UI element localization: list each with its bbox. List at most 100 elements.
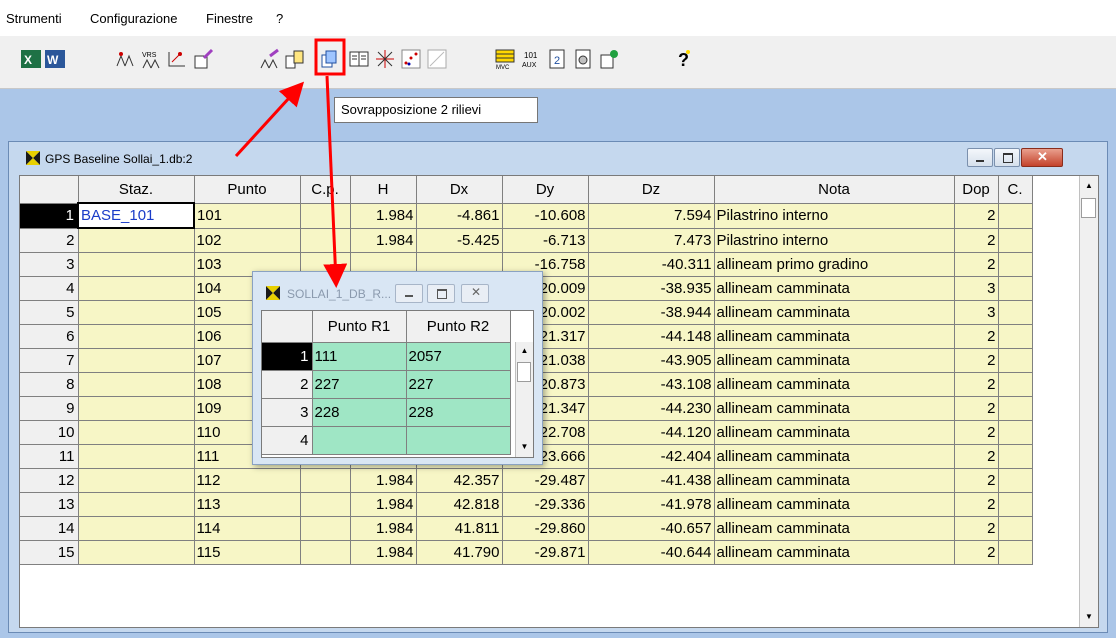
cell-nota[interactable]: allineam camminata (714, 348, 955, 373)
cell-dop[interactable]: 2 (954, 372, 999, 397)
cell-dop[interactable]: 3 (954, 300, 999, 325)
scroll-up-icon[interactable]: ▲ (1080, 177, 1098, 195)
cell-nota[interactable]: Pilastrino interno (714, 203, 955, 229)
cell-dy[interactable]: -6.713 (502, 228, 589, 253)
cell-nota[interactable]: allineam primo gradino (714, 252, 955, 277)
cell-staz[interactable] (78, 228, 195, 253)
cell-nota[interactable]: allineam camminata (714, 396, 955, 421)
cell-punto[interactable]: 115 (194, 540, 301, 565)
cell-dx[interactable]: 41.790 (416, 540, 503, 565)
row-header[interactable]: 2 (20, 228, 79, 253)
row-header[interactable]: 3 (20, 252, 79, 277)
overlay-icon[interactable] (318, 48, 340, 70)
cell-cp[interactable] (300, 203, 351, 229)
column-header[interactable]: Dz (588, 176, 715, 204)
cell-nota[interactable]: allineam camminata (714, 372, 955, 397)
help-icon[interactable]: ? (672, 48, 694, 70)
cell-punto-r1[interactable]: 227 (312, 370, 407, 399)
cell-c[interactable] (998, 348, 1033, 373)
popup-close-button[interactable]: ✕ (461, 284, 489, 303)
column-header[interactable]: Punto R2 (406, 311, 511, 343)
scroll-down-icon[interactable]: ▼ (516, 438, 533, 456)
cell-punto-r2[interactable] (406, 426, 511, 455)
cell-c[interactable] (998, 372, 1033, 397)
cell-dy[interactable]: -29.860 (502, 516, 589, 541)
cell-staz[interactable]: BASE_101 (77, 202, 195, 229)
db-export-icon[interactable] (598, 48, 620, 70)
copy-icon[interactable] (348, 48, 370, 70)
cell-c[interactable] (998, 516, 1033, 541)
cell-c[interactable] (998, 300, 1033, 325)
cell-dz[interactable]: -43.108 (588, 372, 715, 397)
cell-punto-r2[interactable]: 2057 (406, 342, 511, 371)
cell-staz[interactable] (78, 396, 195, 421)
cell-nota[interactable]: allineam camminata (714, 300, 955, 325)
cell-dx[interactable]: -4.861 (416, 203, 503, 229)
cell-staz[interactable] (78, 348, 195, 373)
cell-dz[interactable]: -40.644 (588, 540, 715, 565)
aux-icon[interactable]: 101 AUX (520, 48, 542, 70)
cell-staz[interactable] (78, 372, 195, 397)
cell-h[interactable]: 1.984 (350, 203, 417, 229)
cell-dop[interactable]: 2 (954, 348, 999, 373)
menu-finestre[interactable]: Finestre (206, 11, 253, 26)
cell-dop[interactable]: 2 (954, 540, 999, 565)
popup-vertical-scrollbar[interactable]: ▲ ▼ (515, 342, 533, 457)
maximize-button[interactable] (994, 148, 1020, 167)
column-header[interactable]: Nota (714, 176, 955, 204)
table-row[interactable]: 13 113 1.984 42.818 -29.336 -41.978 allineam c… (20, 492, 1033, 517)
popup-maximize-button[interactable] (427, 284, 455, 303)
vertical-scrollbar[interactable]: ▲ ▼ (1079, 176, 1098, 627)
cell-nota[interactable]: allineam camminata (714, 516, 955, 541)
cell-dx[interactable]: -5.425 (416, 228, 503, 253)
cell-dx[interactable]: 42.357 (416, 468, 503, 493)
cell-staz[interactable] (78, 516, 195, 541)
row-header[interactable]: 5 (20, 300, 79, 325)
cell-cp[interactable] (300, 228, 351, 253)
excel-icon[interactable]: X (20, 48, 42, 70)
row-header[interactable]: 8 (20, 372, 79, 397)
table-row[interactable]: 3 228 228 (262, 398, 511, 427)
scatter-icon[interactable] (400, 48, 422, 70)
table-row[interactable]: 4 (262, 426, 511, 455)
cell-c[interactable] (998, 540, 1033, 565)
cell-staz[interactable] (78, 420, 195, 445)
cell-c[interactable] (998, 444, 1033, 469)
column-header[interactable]: C. (998, 176, 1033, 204)
cell-staz[interactable] (78, 468, 195, 493)
column-header[interactable]: H (350, 176, 417, 204)
table-row[interactable]: 15 115 1.984 41.790 -29.871 -40.644 allineam c… (20, 540, 1033, 565)
cell-c[interactable] (998, 203, 1033, 229)
cell-punto-r1[interactable]: 228 (312, 398, 407, 427)
cell-dz[interactable]: -40.657 (588, 516, 715, 541)
cell-c[interactable] (998, 252, 1033, 277)
cell-nota[interactable]: allineam camminata (714, 540, 955, 565)
cell-staz[interactable] (78, 300, 195, 325)
cell-punto[interactable]: 114 (194, 516, 301, 541)
cell-dop[interactable]: 2 (954, 492, 999, 517)
cell-nota[interactable]: allineam camminata (714, 492, 955, 517)
cell-c[interactable] (998, 324, 1033, 349)
cell-dop[interactable]: 2 (954, 252, 999, 277)
cell-dz[interactable]: -38.935 (588, 276, 715, 301)
cell-nota[interactable]: allineam camminata (714, 324, 955, 349)
column-header[interactable]: Dop (954, 176, 999, 204)
popup-minimize-button[interactable] (395, 284, 423, 303)
cell-nota[interactable]: allineam camminata (714, 276, 955, 301)
row-header[interactable]: 9 (20, 396, 79, 421)
cell-dx[interactable]: 42.818 (416, 492, 503, 517)
column-header-corner[interactable] (262, 311, 313, 343)
cell-punto[interactable]: 113 (194, 492, 301, 517)
cell-staz[interactable] (78, 324, 195, 349)
cell-dop[interactable]: 2 (954, 420, 999, 445)
column-header[interactable]: Staz. (78, 176, 195, 204)
row-header[interactable]: 6 (20, 324, 79, 349)
cell-dz[interactable]: 7.473 (588, 228, 715, 253)
row-header[interactable]: 13 (20, 492, 79, 517)
cell-dz[interactable]: -41.978 (588, 492, 715, 517)
row-header[interactable]: 15 (20, 540, 79, 565)
cell-cp[interactable] (300, 492, 351, 517)
cell-h[interactable]: 1.984 (350, 492, 417, 517)
cell-h[interactable]: 1.984 (350, 540, 417, 565)
row-header[interactable]: 1 (262, 342, 313, 371)
